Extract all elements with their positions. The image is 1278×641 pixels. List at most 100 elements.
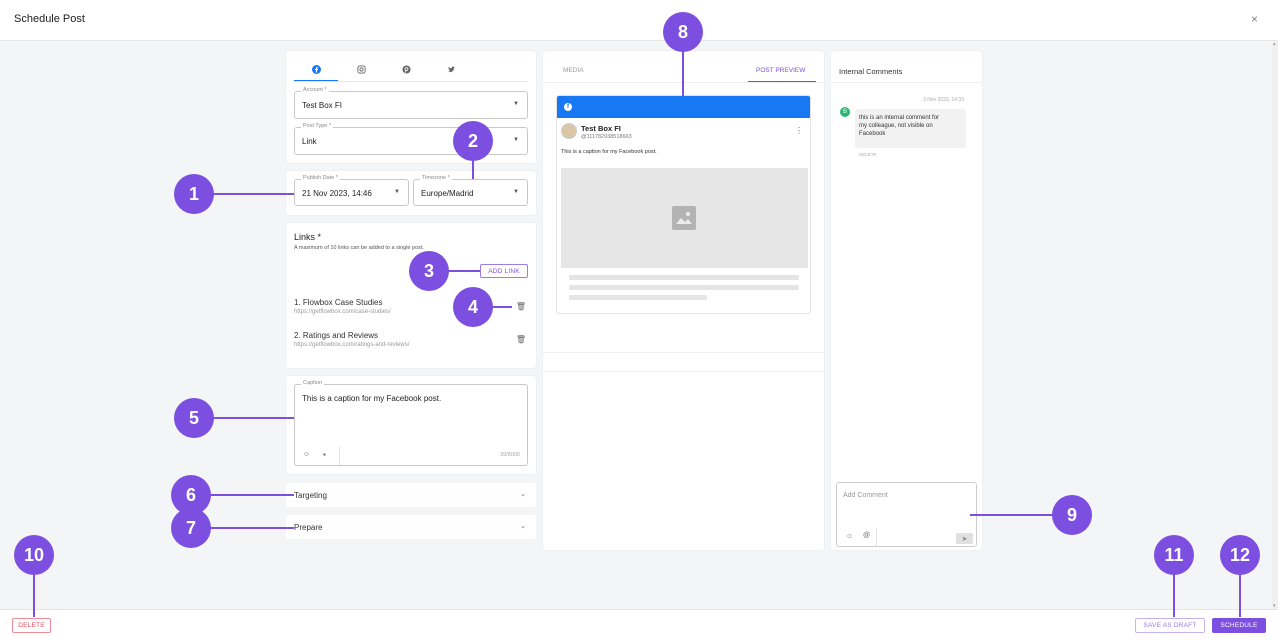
publish-date-picker[interactable]: Publish Date * 21 Nov 2023, 14:46 ▼ bbox=[294, 175, 409, 206]
callout-connector bbox=[970, 514, 1053, 516]
close-icon[interactable]: × bbox=[1251, 12, 1258, 26]
placeholder-line bbox=[569, 285, 799, 290]
caption-card: Caption This is a caption for my Faceboo… bbox=[286, 376, 536, 474]
save-as-draft-button[interactable]: SAVE AS DRAFT bbox=[1135, 618, 1205, 633]
instagram-icon[interactable] bbox=[354, 62, 368, 76]
callout-badge: 5 bbox=[174, 398, 214, 438]
callout-connector bbox=[210, 527, 294, 529]
comment-delete[interactable]: DELETE bbox=[859, 152, 877, 157]
caption-field[interactable]: Caption This is a caption for my Faceboo… bbox=[294, 380, 528, 466]
account-value: Test Box FI bbox=[302, 101, 343, 110]
tab-media[interactable]: MEDIA bbox=[563, 67, 584, 74]
image-icon bbox=[672, 206, 696, 230]
publish-date-value: 21 Nov 2023, 14:46 bbox=[302, 189, 372, 198]
callout-connector bbox=[472, 160, 474, 179]
callout-connector bbox=[213, 417, 294, 419]
schedule-card: Publish Date * 21 Nov 2023, 14:46 ▼ Time… bbox=[286, 171, 536, 215]
callout-connector bbox=[448, 270, 480, 272]
preview-divider bbox=[543, 352, 824, 353]
comment-timestamp: 3 Nov 2023, 14:33 bbox=[923, 97, 964, 103]
avatar: B bbox=[840, 107, 850, 117]
toolbar-divider bbox=[876, 528, 877, 547]
account-select[interactable]: Account * Test Box FI ▼ bbox=[294, 87, 528, 119]
callout-badge: 12 bbox=[1220, 535, 1260, 575]
link-url: https://getflowbox.com/case-studies/ bbox=[294, 309, 391, 315]
comments-divider bbox=[831, 82, 982, 83]
account-card: Account * Test Box FI ▼ Post Type * Link… bbox=[286, 51, 536, 163]
chevron-down-icon: ⌄ bbox=[520, 491, 526, 498]
timezone-label: Timezone * bbox=[420, 175, 452, 181]
account-label: Account * bbox=[301, 87, 329, 93]
callout-connector bbox=[492, 306, 512, 308]
emoji-icon[interactable]: ☺ bbox=[846, 533, 853, 540]
hashtag-icon[interactable]: ▪ bbox=[323, 450, 326, 459]
facebook-post-preview: f Test Box FI @111782938518663 ⋮ This is… bbox=[556, 95, 811, 314]
caption-label: Caption bbox=[301, 380, 324, 386]
twitter-icon[interactable] bbox=[444, 62, 458, 76]
targeting-accordion[interactable]: Targeting ⌄ bbox=[286, 483, 536, 507]
callout-badge: 2 bbox=[453, 121, 493, 161]
send-button[interactable]: ➤ bbox=[956, 533, 973, 544]
scrollbar[interactable]: ▴ ▾ bbox=[1272, 41, 1278, 609]
avatar bbox=[561, 123, 577, 139]
callout-connector bbox=[1239, 573, 1241, 617]
preview-account-id: @111782938518663 bbox=[581, 134, 632, 140]
pinterest-icon[interactable] bbox=[399, 62, 413, 76]
dialog-title: Schedule Post bbox=[14, 13, 85, 25]
chevron-down-icon: ▼ bbox=[513, 189, 519, 195]
callout-badge: 7 bbox=[171, 508, 211, 548]
callout-connector bbox=[210, 494, 294, 496]
comments-title: Internal Comments bbox=[839, 67, 903, 76]
more-icon[interactable]: ⋮ bbox=[795, 126, 803, 135]
comments-panel: Internal Comments 3 Nov 2023, 14:33 B th… bbox=[831, 51, 982, 550]
footer-bar: DELETE SAVE AS DRAFT SCHEDULE bbox=[0, 609, 1278, 641]
links-title: Links * bbox=[294, 232, 322, 242]
toolbar-divider bbox=[339, 447, 340, 465]
comment-bubble: this is an internal comment for my colle… bbox=[855, 109, 966, 148]
preview-caption: This is a caption for my Facebook post. bbox=[561, 149, 657, 155]
prepare-accordion[interactable]: Prepare ⌄ bbox=[286, 515, 536, 539]
tab-post-preview[interactable]: POST PREVIEW bbox=[756, 67, 805, 74]
preview-account-name: Test Box FI bbox=[581, 124, 621, 133]
add-comment-box[interactable]: Add Comment ☺ @ ➤ bbox=[836, 482, 977, 547]
preview-divider bbox=[543, 371, 824, 372]
post-type-label: Post Type * bbox=[301, 123, 334, 129]
add-link-button[interactable]: ADD LINK bbox=[480, 264, 528, 278]
link-title: 2. Ratings and Reviews bbox=[294, 331, 379, 340]
links-card: Links * A maximum of 10 links can be add… bbox=[286, 223, 536, 368]
caption-toolbar: ☺ ▪ 39/8000 bbox=[295, 447, 527, 465]
prepare-label: Prepare bbox=[294, 523, 323, 532]
chevron-down-icon: ▼ bbox=[394, 189, 400, 195]
schedule-button[interactable]: SCHEDULE bbox=[1212, 618, 1266, 633]
caption-text: This is a caption for my Facebook post. bbox=[302, 394, 442, 403]
tab-divider bbox=[294, 81, 528, 82]
emoji-icon[interactable]: ☺ bbox=[303, 451, 310, 458]
preview-header: f bbox=[557, 96, 810, 118]
callout-badge: 11 bbox=[1154, 535, 1194, 575]
callout-badge: 3 bbox=[409, 251, 449, 291]
callout-badge: 10 bbox=[14, 535, 54, 575]
timezone-select[interactable]: Timezone * Europe/Madrid ▼ bbox=[413, 175, 528, 206]
image-placeholder bbox=[561, 168, 808, 268]
preview-panel: MEDIA POST PREVIEW f Test Box FI @111782… bbox=[543, 51, 824, 550]
callout-badge: 8 bbox=[663, 12, 703, 52]
facebook-icon[interactable] bbox=[309, 62, 323, 76]
publish-date-label: Publish Date * bbox=[301, 175, 340, 181]
callout-badge: 4 bbox=[453, 287, 493, 327]
callout-badge: 1 bbox=[174, 174, 214, 214]
link-item: 2. Ratings and Reviews https://getflowbo… bbox=[294, 331, 528, 351]
comment-text: this is an internal comment for my colle… bbox=[859, 115, 940, 137]
post-type-value: Link bbox=[302, 137, 317, 146]
trash-icon[interactable]: 🗑 bbox=[516, 335, 526, 344]
add-comment-input[interactable]: Add Comment bbox=[843, 492, 888, 499]
placeholder-line bbox=[569, 295, 707, 300]
delete-button[interactable]: DELETE bbox=[12, 618, 51, 633]
placeholder-line bbox=[569, 275, 799, 280]
chevron-down-icon: ▼ bbox=[513, 137, 519, 143]
trash-icon[interactable]: 🗑 bbox=[516, 302, 526, 311]
callout-connector bbox=[33, 573, 35, 617]
callout-connector bbox=[1173, 573, 1175, 617]
chevron-down-icon: ⌄ bbox=[520, 523, 526, 530]
mention-icon[interactable]: @ bbox=[863, 532, 870, 539]
callout-badge: 9 bbox=[1052, 495, 1092, 535]
